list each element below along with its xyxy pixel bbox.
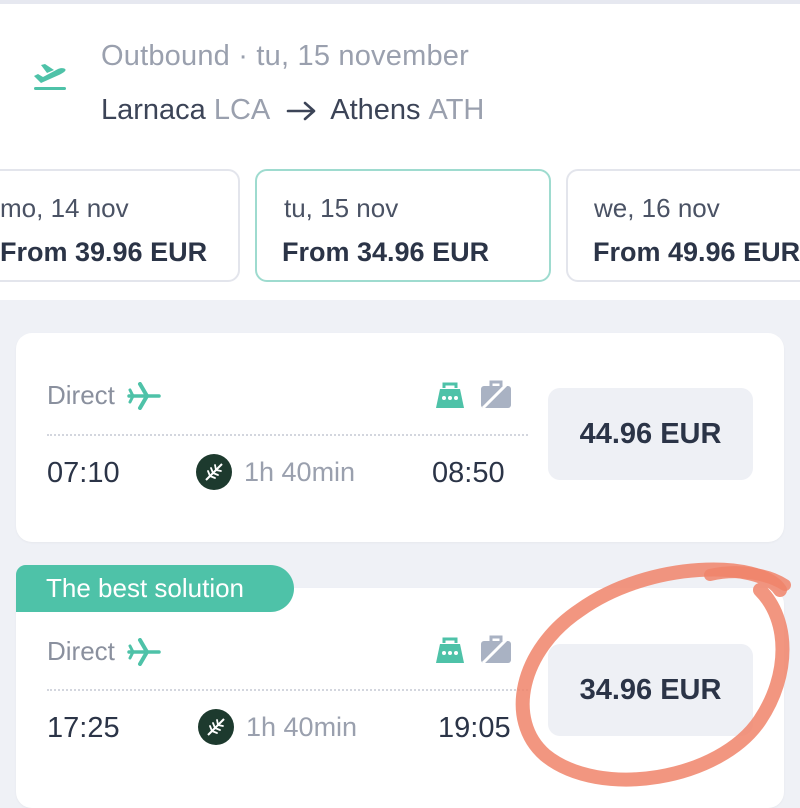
arrow-right-icon — [286, 101, 316, 120]
arrival-time: 19:05 — [438, 712, 511, 744]
leaf-icon — [198, 709, 234, 745]
date-option-price: From 34.96 EUR — [282, 237, 490, 267]
flight-duration: 1h 40min — [198, 709, 357, 745]
origin-city: Larnaca — [101, 94, 206, 126]
duration-text: 1h 40min — [246, 711, 358, 742]
arrival-time: 08:50 — [432, 457, 505, 489]
price-button[interactable]: 44.96 EUR — [548, 388, 753, 480]
checked-bag-unavailable-icon — [481, 380, 511, 410]
outbound-header: Outbound · tu, 15 november Larnaca LCA A… — [0, 4, 800, 300]
date-option-day: we, 16 nov — [594, 193, 720, 223]
outbound-date: tu, 15 november — [256, 40, 469, 72]
duration-text: 1h 40min — [244, 456, 356, 487]
departure-time: 17:25 — [47, 712, 120, 744]
flight-card[interactable]: Direct 07:10 1h 40min 08:50 44.96 EUR — [16, 333, 784, 542]
destination-code: ATH — [428, 94, 485, 126]
best-solution-badge: The best solution — [16, 565, 294, 612]
date-option-mon-14[interactable]: mo, 14 nov From 39.96 EUR — [0, 169, 240, 282]
separator: · — [238, 40, 249, 72]
flight-type: Direct — [47, 380, 161, 411]
route: Larnaca LCA Athens ATH — [101, 94, 484, 127]
origin-code: LCA — [213, 94, 271, 126]
flight-duration: 1h 40min — [196, 454, 355, 490]
checked-bag-unavailable-icon — [481, 635, 511, 665]
divider — [47, 689, 528, 691]
date-option-price: From 49.96 EUR — [593, 237, 800, 267]
plane-icon — [127, 637, 161, 666]
destination-city: Athens — [330, 94, 421, 126]
divider — [47, 434, 528, 436]
outbound-subtitle: Outbound · tu, 15 november — [101, 40, 469, 73]
date-option-wed-16[interactable]: we, 16 nov From 49.96 EUR — [566, 169, 800, 282]
cabin-bag-icon — [436, 637, 464, 663]
flight-card[interactable]: Direct 17:25 1h 40min 19:05 34.96 EUR — [16, 588, 784, 808]
flight-type-label: Direct — [47, 380, 115, 410]
date-option-day: tu, 15 nov — [284, 193, 399, 223]
plane-departure-icon — [34, 64, 66, 90]
date-option-day: mo, 14 nov — [0, 193, 129, 223]
outbound-label: Outbound — [101, 40, 230, 72]
cabin-bag-icon — [436, 382, 464, 408]
date-option-price: From 39.96 EUR — [0, 237, 208, 267]
departure-time: 07:10 — [47, 457, 120, 489]
price-button[interactable]: 34.96 EUR — [548, 644, 753, 736]
leaf-icon — [196, 454, 232, 490]
plane-icon — [127, 381, 161, 410]
flight-type-label: Direct — [47, 636, 115, 666]
flight-type: Direct — [47, 636, 161, 667]
date-option-tue-15[interactable]: tu, 15 nov From 34.96 EUR — [255, 169, 551, 282]
